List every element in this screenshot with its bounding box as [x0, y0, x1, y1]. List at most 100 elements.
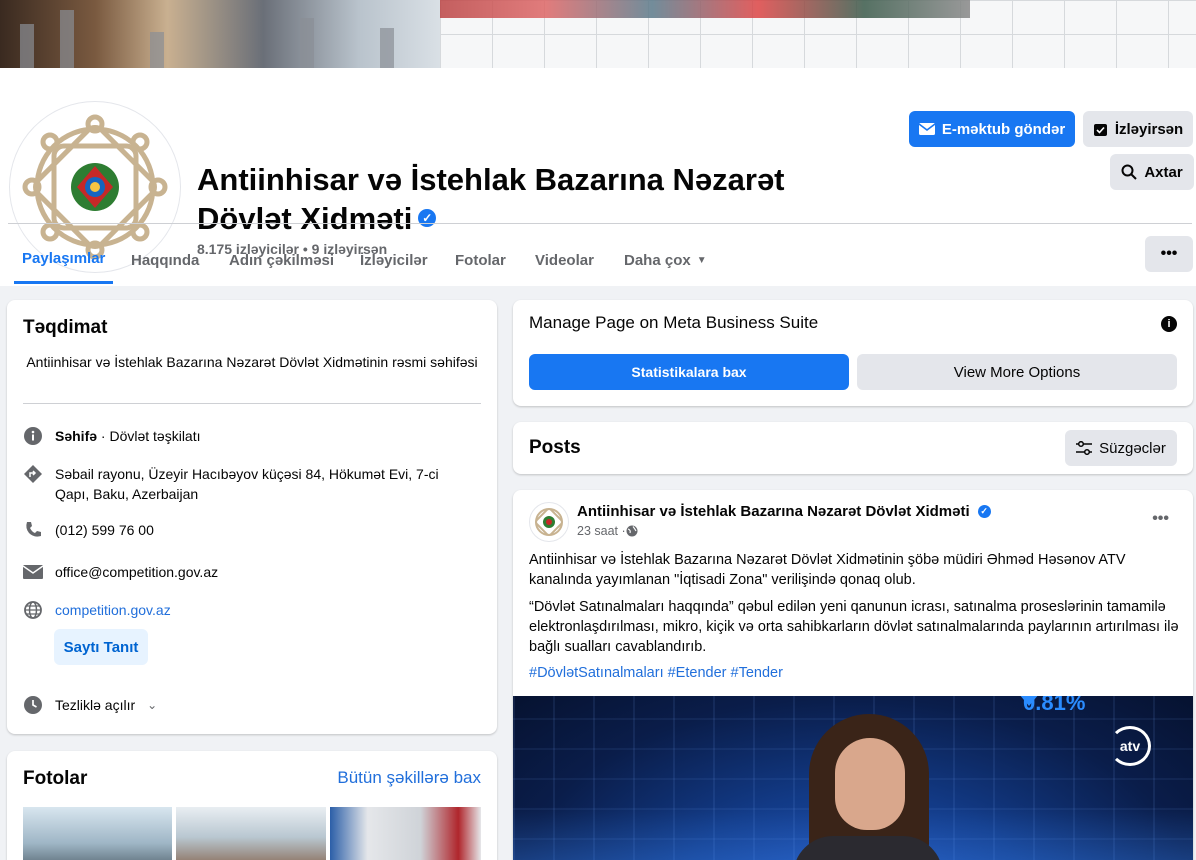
photo-thumbnail[interactable] [330, 807, 481, 860]
page-tabs: Paylaşımlar Haqqında Adın çəkilməsi İzlə… [0, 236, 1196, 284]
post-author[interactable]: Antiinhisar və İstehlak Bazarına Nəzarət… [577, 503, 991, 520]
photos-title: Fotolar [23, 768, 88, 789]
send-email-button[interactable]: E-məktub göndər [909, 111, 1075, 147]
presenter-face [835, 738, 905, 830]
category-type: Səhifə [55, 428, 98, 444]
email-row: office@competition.gov.az [23, 562, 218, 582]
phone-icon [23, 520, 43, 540]
header-divider [8, 223, 1192, 224]
address-text: Səbail rayonu, Üzeyir Hacıbəyov küçəsi 8… [55, 466, 439, 502]
post-card: Antiinhisar və İstehlak Bazarına Nəzarət… [513, 490, 1193, 860]
search-icon [1121, 164, 1138, 180]
website-row: competition.gov.az [23, 600, 171, 620]
envelope-icon [23, 562, 43, 582]
more-options-button[interactable]: ••• [1145, 236, 1193, 272]
verified-badge-icon: ✓ [977, 505, 991, 518]
meta-suite-card: Manage Page on Meta Business Suite i Sta… [513, 300, 1193, 406]
atv-logo: atv [1109, 726, 1151, 766]
filter-icon [1076, 441, 1093, 455]
tab-videos[interactable]: Videolar [527, 236, 602, 284]
category-row: Səhifə · Dövlət təşkilatı [23, 426, 201, 446]
globe-icon [23, 600, 43, 620]
cover-photo[interactable] [0, 0, 1196, 68]
post-paragraph-2: “Dövlət Satınalmaları haqqında” qəbul ed… [529, 599, 1179, 655]
filters-button[interactable]: Süzgəclər [1065, 430, 1177, 466]
tab-label: İzləyicilər [360, 251, 428, 269]
page-title-line1: Antiinhisar və İstehlak Bazarına Nəzarət [197, 162, 785, 197]
send-email-label: E-məktub göndər [941, 120, 1066, 138]
photos-card: Fotolar Bütün şəkillərə bax [7, 751, 497, 860]
page-title-line2: Dövlət Xidməti [197, 201, 413, 236]
intro-divider [23, 403, 481, 404]
intro-card: Təqdimat Antiinhisar və İstehlak Bazarın… [7, 300, 497, 734]
post-meta: 23 saat · [577, 524, 638, 538]
arrow-down-icon [1019, 696, 1039, 706]
posts-title: Posts [529, 437, 581, 458]
directions-icon [23, 464, 43, 484]
tab-label: Daha çox [624, 251, 691, 269]
emblem-logo [535, 508, 563, 536]
tab-photos[interactable]: Fotolar [447, 236, 514, 284]
post-options-icon[interactable]: ••• [1152, 510, 1169, 528]
promote-website-button[interactable]: Saytı Tanıt [54, 629, 148, 665]
view-more-options-button[interactable]: View More Options [857, 354, 1177, 390]
envelope-icon [918, 123, 935, 135]
tab-mentions[interactable]: Adın çəkilməsi [221, 236, 342, 284]
tab-label: Paylaşımlar [22, 250, 106, 267]
tab-more[interactable]: Daha çox ▼ [616, 236, 715, 284]
info-icon [23, 426, 43, 446]
post-video[interactable]: 0.81% atv [513, 696, 1193, 860]
tab-posts[interactable]: Paylaşımlar [14, 236, 114, 284]
tab-label: Fotolar [455, 251, 506, 269]
tab-label: Haqqında [131, 251, 200, 269]
photo-thumbnail[interactable] [176, 807, 326, 860]
clock-icon [23, 695, 43, 715]
post-time[interactable]: 23 saat · [577, 524, 626, 538]
tab-followers[interactable]: İzləyicilər [352, 236, 436, 284]
intro-bio: Antiinhisar və İstehlak Bazarına Nəzarət… [26, 354, 478, 370]
phone-text: (012) 599 76 00 [55, 522, 154, 538]
see-all-photos-link[interactable]: Bütün şəkillərə bax [337, 768, 481, 788]
cover-stripe [440, 0, 970, 18]
cover-decoration [380, 28, 394, 68]
presenter-body [793, 836, 943, 860]
following-check-icon [1093, 123, 1107, 136]
following-button[interactable]: İzləyirsən [1083, 111, 1193, 147]
tab-label: Videolar [535, 251, 594, 269]
globe-icon [626, 525, 638, 537]
cover-decoration [150, 32, 164, 68]
phone-row: (012) 599 76 00 [23, 520, 154, 540]
search-button[interactable]: Axtar [1110, 154, 1194, 190]
post-author-avatar[interactable] [529, 502, 569, 542]
following-label: İzləyirsən [1114, 120, 1184, 138]
caret-down-icon: ▼ [696, 254, 707, 266]
hours-row[interactable]: Tezliklə açılır ⌄ [23, 695, 157, 715]
filters-label: Süzgəclər [1099, 439, 1166, 457]
post-paragraph-1: Antiinhisar və İstehlak Bazarına Nəzarət… [529, 552, 1126, 588]
view-more-options-label: View More Options [953, 363, 1081, 381]
cover-decoration [20, 24, 34, 68]
address-row: Səbail rayonu, Üzeyir Hacıbəyov küçəsi 8… [23, 464, 473, 504]
post-author-name: Antiinhisar və İstehlak Bazarına Nəzarət… [577, 503, 970, 520]
posts-header-card: Posts Süzgəclər [513, 422, 1193, 474]
view-insights-label: Statistikalara bax [631, 364, 747, 380]
intro-title: Təqdimat [23, 317, 108, 338]
photo-thumbnail[interactable] [23, 807, 172, 860]
cover-decoration [60, 10, 74, 68]
atv-logo-text: atv [1119, 738, 1141, 754]
tab-about[interactable]: Haqqında [123, 236, 207, 284]
info-icon[interactable]: i [1161, 316, 1177, 332]
search-label: Axtar [1144, 163, 1183, 181]
post-hashtags[interactable]: #DövlətSatınalmaları #Etender #Tender [529, 665, 783, 681]
meta-suite-title: Manage Page on Meta Business Suite [529, 313, 819, 332]
view-insights-button[interactable]: Statistikalara bax [529, 354, 849, 390]
category-value: · Dövlət təşkilatı [97, 428, 201, 444]
cover-decoration [300, 18, 314, 68]
verified-badge-icon: ✓ [418, 208, 437, 227]
chevron-down-icon: ⌄ [147, 698, 158, 712]
email-text: office@competition.gov.az [55, 564, 219, 580]
tab-label: Adın çəkilməsi [229, 251, 335, 269]
page-title: Antiinhisar və İstehlak Bazarına Nəzarət… [197, 160, 785, 238]
website-link[interactable]: competition.gov.az [55, 600, 171, 620]
hours-text: Tezliklə açılır [55, 697, 136, 713]
